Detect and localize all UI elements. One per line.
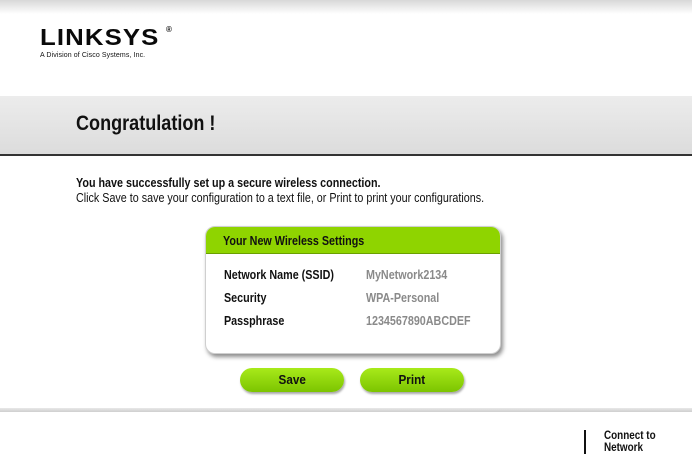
success-message: You have successfully set up a secure wi… <box>76 176 381 190</box>
logo-tagline: A Division of Cisco Systems, Inc. <box>40 52 146 59</box>
wireless-settings-card: Your New Wireless Settings Network Name … <box>205 226 501 354</box>
step-marker-bar <box>584 430 586 454</box>
settings-card-title: Your New Wireless Settings <box>223 234 365 248</box>
step-label-line1: Connect to <box>604 430 656 442</box>
ssid-label: Network Name (SSID) <box>224 268 334 282</box>
save-button[interactable]: Save <box>240 368 344 392</box>
instruction-message: Click Save to save your configuration to… <box>76 191 485 205</box>
print-button-label: Print <box>398 372 426 387</box>
ssid-value: MyNetwork2134 <box>366 268 448 282</box>
security-value: WPA-Personal <box>366 291 440 305</box>
passphrase-value: 1234567890ABCDEF <box>366 314 471 328</box>
step-label: Connect to Network <box>604 430 656 454</box>
passphrase-label: Passphrase <box>224 314 285 328</box>
registered-mark: ® <box>166 25 172 34</box>
step-label-line2: Network <box>604 442 644 454</box>
settings-card-header: Your New Wireless Settings <box>206 227 500 254</box>
title-divider <box>0 154 692 156</box>
security-label: Security <box>224 291 267 305</box>
print-button[interactable]: Print <box>360 368 464 392</box>
linksys-logo: LINKSYS <box>40 24 160 50</box>
bottom-divider <box>0 408 692 412</box>
save-button-label: Save <box>278 372 306 387</box>
page-title: Congratulation ! <box>76 112 216 135</box>
